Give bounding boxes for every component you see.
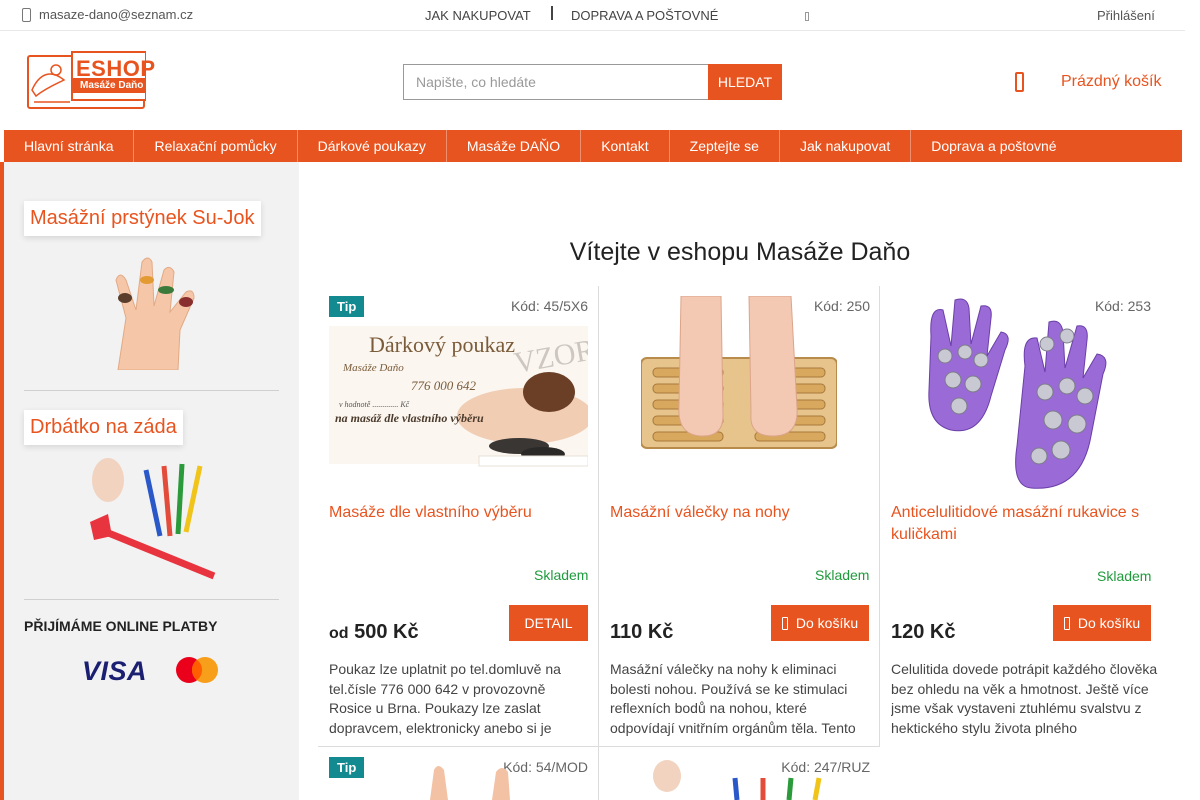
- sidebar-product-title[interactable]: Drbátko na záda: [24, 410, 183, 445]
- shopping-bag-icon: [781, 616, 788, 630]
- sidebar-divider: [24, 390, 279, 391]
- product-name[interactable]: Masáže dle vlastního výběru: [329, 502, 579, 524]
- top-bar: masaze-dano@seznam.cz JAK NAKUPOVAT DOPR…: [0, 0, 1185, 31]
- product-price: od 500 Kč: [329, 621, 419, 644]
- tip-badge: Tip: [329, 296, 365, 317]
- email-text: masaze-dano@seznam.cz: [39, 7, 194, 22]
- nav-item-hlavni-stranka[interactable]: Hlavní stránka: [4, 130, 135, 162]
- voucher-subtitle: Masáže Daňo: [343, 362, 404, 374]
- product-price: 110 Kč: [610, 621, 673, 644]
- ring-product-image[interactable]: [98, 240, 210, 370]
- sidebar-product-title[interactable]: Masážní prstýnek Su-Jok: [24, 201, 261, 236]
- visa-logo: VISA: [82, 656, 148, 686]
- product-description: Poukaz lze uplatnit po tel.domluvě na te…: [329, 661, 561, 736]
- top-link-doprava[interactable]: DOPRAVA A POŠTOVNÉ: [571, 8, 718, 23]
- nav-item-jak-nakupovat[interactable]: Jak nakupovat: [780, 130, 912, 162]
- product-image[interactable]: [645, 760, 840, 800]
- product-name[interactable]: Masážní válečky na nohy: [610, 502, 865, 524]
- tip-badge: Tip: [329, 757, 365, 778]
- logo-title: ESHOP: [76, 56, 156, 81]
- add-to-cart-button[interactable]: Do košíku: [1053, 605, 1151, 641]
- cart-icon[interactable]: [1015, 72, 1024, 92]
- nav-item-zeptejte-se[interactable]: Zeptejte se: [670, 130, 780, 162]
- stock-status: Skladem: [534, 567, 589, 583]
- search-button[interactable]: HLEDAT: [708, 64, 782, 100]
- voucher-title: Dárkový poukaz: [369, 332, 516, 357]
- voucher-value-line: v hodnotě ............. Kč: [339, 400, 410, 409]
- product-code: Kód: 45/5X6: [510, 298, 588, 314]
- search-bar: HLEDAT: [403, 64, 782, 100]
- cart-link[interactable]: Prázdný košík: [1061, 73, 1161, 91]
- page-title: Vítejte v eshopu Masáže Daňo: [569, 238, 911, 266]
- add-to-cart-label: Do košíku: [795, 615, 859, 631]
- grid-divider: [318, 746, 880, 747]
- nav-item-kontakt[interactable]: Kontakt: [581, 130, 670, 162]
- product-price: 120 Kč: [891, 621, 956, 644]
- price-value: 500 Kč: [354, 621, 419, 643]
- shopping-bag-icon: [1063, 616, 1070, 630]
- product-code: Kód: 250: [813, 298, 870, 314]
- nav-item-doprava[interactable]: Doprava a poštovné: [911, 130, 1076, 162]
- payments-title: PŘIJÍMÁME ONLINE PLATBY: [24, 618, 218, 634]
- search-input[interactable]: [403, 64, 708, 100]
- voucher-phone: 776 000 642: [411, 378, 476, 393]
- stock-status: Skladem: [815, 567, 870, 583]
- stock-status: Skladem: [1097, 568, 1152, 584]
- product-name[interactable]: Anticelulitidové masážní rukavice s kuli…: [891, 502, 1159, 546]
- nav-item-masaze-dano[interactable]: Masáže DAŇO: [447, 130, 582, 162]
- price-value: 120 Kč: [891, 621, 956, 643]
- mastercard-logo: [176, 657, 218, 683]
- logo-subtitle: Masáže Daňo: [80, 80, 144, 91]
- price-value: 110 Kč: [610, 621, 674, 643]
- sidebar-divider: [24, 599, 279, 600]
- backscratcher-product-image[interactable]: [86, 452, 220, 580]
- facebook-icon[interactable]: [805, 12, 809, 21]
- product-description: Masážní válečky na nohy k eliminaci bole…: [610, 661, 856, 736]
- voucher-product-image[interactable]: Dárkový poukaz Masáže Daňo 776 000 642 v…: [329, 296, 588, 492]
- product-code: Kód: 253: [1094, 298, 1151, 314]
- detail-button[interactable]: DETAIL: [509, 605, 588, 641]
- grid-divider: [598, 286, 599, 800]
- nav-item-darkove-poukazy[interactable]: Dárkové poukazy: [298, 130, 447, 162]
- login-link[interactable]: Přihlášení: [1097, 8, 1155, 23]
- top-separator: [551, 6, 553, 20]
- sidebar-product-backscratcher[interactable]: Drbátko na záda: [24, 410, 279, 445]
- main-navigation: Hlavní stránka Relaxační pomůcky Dárkové…: [4, 130, 1182, 162]
- voucher-description-line: na masáž dle vlastního výběru: [335, 411, 484, 425]
- sidebar-product-ring[interactable]: Masážní prstýnek Su-Jok: [24, 201, 279, 236]
- massage-glove-product-image[interactable]: [921, 296, 1121, 492]
- site-logo[interactable]: ESHOP Masáže Daňo: [26, 50, 155, 110]
- product-description: Celulitida dovede potrápit každého člově…: [891, 661, 1158, 736]
- price-prefix: od: [329, 625, 349, 642]
- top-link-jak-nakupovat[interactable]: JAK NAKUPOVAT: [425, 8, 531, 23]
- email-link[interactable]: masaze-dano@seznam.cz: [22, 7, 193, 22]
- add-to-cart-label: Do košíku: [1077, 615, 1141, 631]
- nav-item-relaxacni-pomucky[interactable]: Relaxační pomůcky: [134, 130, 298, 162]
- add-to-cart-button[interactable]: Do košíku: [771, 605, 869, 641]
- grid-divider: [879, 286, 880, 746]
- phone-icon: [22, 7, 31, 22]
- product-image[interactable]: [400, 760, 530, 800]
- foot-roller-product-image[interactable]: [641, 296, 837, 492]
